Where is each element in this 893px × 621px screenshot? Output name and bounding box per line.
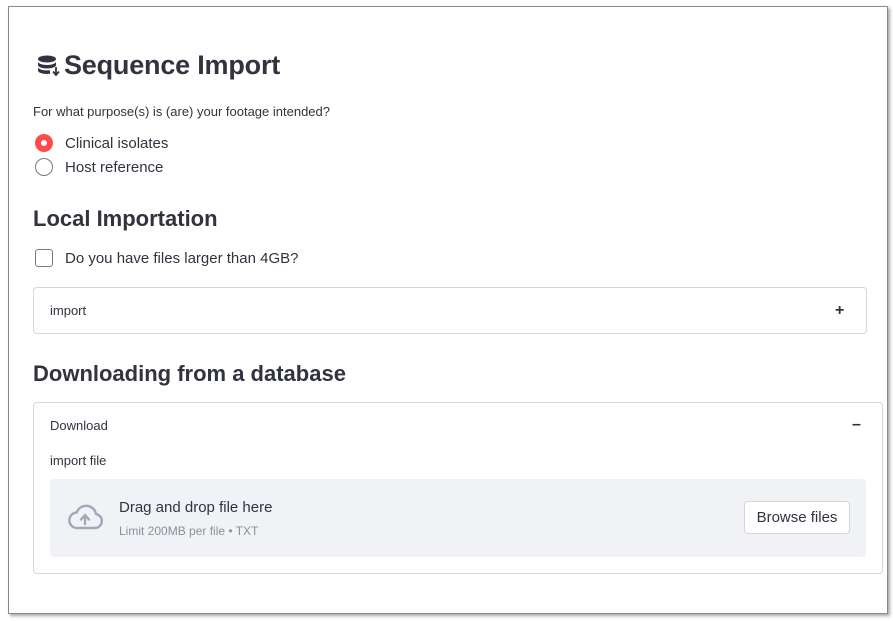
radio-host-reference[interactable]: Host reference xyxy=(35,158,163,176)
page-header: Sequence Import xyxy=(36,50,280,81)
download-expander: Download – import file Drag and drop fil… xyxy=(33,402,883,574)
dropzone-limit: Limit 200MB per file • TXT xyxy=(119,524,259,538)
radio-label: Clinical isolates xyxy=(65,134,169,152)
expand-plus-icon[interactable]: + xyxy=(835,303,844,319)
collapse-minus-icon[interactable]: – xyxy=(852,417,861,433)
large-files-checkbox[interactable] xyxy=(35,249,53,267)
radio-unselected-indicator[interactable] xyxy=(35,158,53,176)
database-import-icon xyxy=(36,52,62,80)
checkbox-label: Do you have files larger than 4GB? xyxy=(65,249,299,267)
page-title: Sequence Import xyxy=(64,50,281,80)
large-files-checkbox-row[interactable]: Do you have files larger than 4GB? xyxy=(35,249,298,267)
file-uploader-label: import file xyxy=(50,453,107,468)
download-expander-label[interactable]: Download xyxy=(50,418,108,433)
import-expander[interactable]: import + xyxy=(33,287,867,334)
dropzone-instruction: Drag and drop file here xyxy=(119,499,273,516)
radio-selected-indicator[interactable] xyxy=(35,134,53,152)
browse-files-button[interactable]: Browse files xyxy=(744,501,850,534)
radio-label: Host reference xyxy=(65,158,164,176)
cloud-upload-icon xyxy=(66,503,104,533)
file-dropzone[interactable]: Drag and drop file here Limit 200MB per … xyxy=(50,479,866,557)
radio-clinical-isolates[interactable]: Clinical isolates xyxy=(35,134,168,152)
local-importation-heading: Local Importation xyxy=(33,206,218,231)
database-heading: Downloading from a database xyxy=(33,361,346,386)
import-expander-label: import xyxy=(50,303,87,318)
purpose-question: For what purpose(s) is (are) your footag… xyxy=(33,104,330,119)
